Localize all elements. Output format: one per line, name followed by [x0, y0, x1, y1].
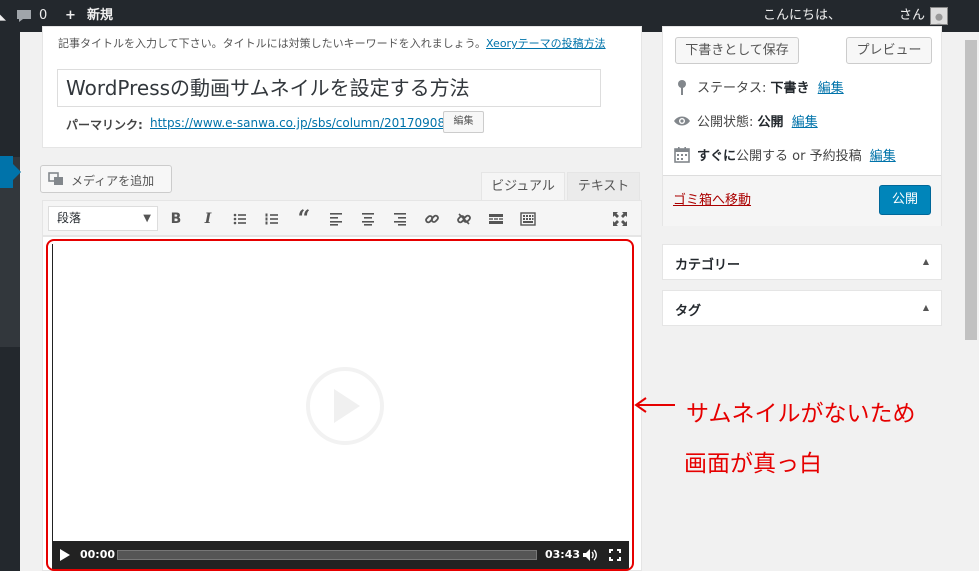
align-right-icon[interactable] [388, 207, 412, 231]
save-draft-button[interactable]: 下書きとして保存 [675, 37, 799, 64]
italic-icon[interactable]: I [196, 207, 220, 231]
publish-actions: ゴミ箱へ移動 公開 [663, 175, 941, 226]
tag-box[interactable]: タグ ▲ [662, 290, 942, 326]
format-select-value: 段落 [57, 211, 82, 225]
status-edit-link[interactable]: 編集 [818, 81, 844, 96]
eye-icon [674, 116, 690, 126]
editor-toolbar: 段落 ▼ B I “ [42, 200, 642, 236]
schedule-edit-link[interactable]: 編集 [870, 149, 896, 164]
menu-current-arrow-icon [13, 164, 21, 180]
avatar[interactable] [930, 7, 948, 25]
tab-text[interactable]: テキスト [567, 172, 640, 200]
publish-button[interactable]: 公開 [879, 185, 931, 215]
post-title-input[interactable]: WordPressの動画サムネイルを設定する方法 [57, 69, 601, 107]
unlink-icon[interactable] [452, 207, 476, 231]
pin-icon [678, 80, 686, 95]
calendar-icon [674, 147, 690, 163]
status-row: ステータス: 下書き 編集 [673, 77, 844, 96]
numbered-list-icon[interactable] [260, 207, 284, 231]
schedule-text: 公開する or 予約投稿 [736, 149, 862, 164]
toolbar-toggle-icon[interactable] [516, 207, 540, 231]
permalink-edit-button[interactable]: 編集 [443, 111, 484, 133]
category-box[interactable]: カテゴリー ▲ [662, 244, 942, 280]
media-icon [48, 172, 63, 185]
status-label: ステータス: [697, 81, 767, 96]
schedule-label: すぐに [697, 149, 737, 164]
title-hint-text: 記事タイトルを入力して下さい。タイトルには対策したいキーワードを入れましょう。 [58, 37, 487, 50]
schedule-row: すぐに公開する or 予約投稿 編集 [673, 145, 896, 164]
more-tag-icon[interactable] [484, 207, 508, 231]
permalink-label: パーマリンク: [66, 118, 143, 132]
annotation-arrow-icon [634, 397, 675, 413]
status-value: 下書き [770, 81, 810, 96]
chevron-down-icon: ▼ [143, 213, 151, 224]
link-icon[interactable] [420, 207, 444, 231]
visibility-label: 公開状態: [697, 115, 754, 130]
blockquote-icon[interactable]: “ [292, 206, 316, 232]
tab-visual[interactable]: ビジュアル [481, 172, 565, 200]
title-box: 記事タイトルを入力して下さい。タイトルには対策したいキーワードを入れましょう。X… [42, 26, 642, 148]
scrollbar-thumb[interactable] [965, 40, 977, 340]
format-select[interactable]: 段落 ▼ [48, 206, 158, 231]
annotation-highlight-frame [46, 239, 634, 571]
align-center-icon[interactable] [356, 207, 380, 231]
annotation-text-line1: サムネイルがないため [686, 401, 916, 427]
title-hint: 記事タイトルを入力して下さい。タイトルには対策したいキーワードを入れましょう。X… [58, 35, 606, 51]
bold-icon[interactable]: B [164, 207, 188, 231]
wp-menu-edge-icon[interactable]: ◣ [0, 0, 6, 32]
theme-posting-guide-link[interactable]: Xeoryテーマの投稿方法 [486, 37, 606, 50]
align-left-icon[interactable] [324, 207, 348, 231]
add-media-label: メディアを追加 [71, 174, 155, 188]
category-box-title: カテゴリー [675, 258, 741, 273]
tag-box-title: タグ [675, 304, 702, 319]
fullscreen-icon[interactable] [608, 207, 632, 231]
visibility-edit-link[interactable]: 編集 [792, 115, 818, 130]
annotation-text-line2: 画面が真っ白 [684, 451, 822, 477]
comment-icon[interactable] [16, 9, 32, 23]
publish-box: 下書きとして保存 プレビュー ステータス: 下書き 編集 公開状態: 公開 編集… [662, 26, 942, 226]
preview-button[interactable]: プレビュー [846, 37, 932, 64]
admin-menu-active-item[interactable] [0, 156, 13, 188]
move-to-trash-link[interactable]: ゴミ箱へ移動 [673, 189, 751, 208]
collapse-arrow-icon[interactable]: ▲ [923, 257, 929, 266]
admin-menu [0, 32, 20, 571]
visibility-value: 公開 [757, 115, 784, 130]
add-media-button[interactable]: メディアを追加 [40, 165, 172, 193]
bullet-list-icon[interactable] [228, 207, 252, 231]
visibility-row: 公開状態: 公開 編集 [673, 111, 818, 130]
collapse-arrow-icon[interactable]: ▲ [923, 303, 929, 312]
permalink-url[interactable]: https://www.e-sanwa.co.jp/sbs/column/201… [150, 116, 449, 130]
user-icon [935, 13, 943, 24]
